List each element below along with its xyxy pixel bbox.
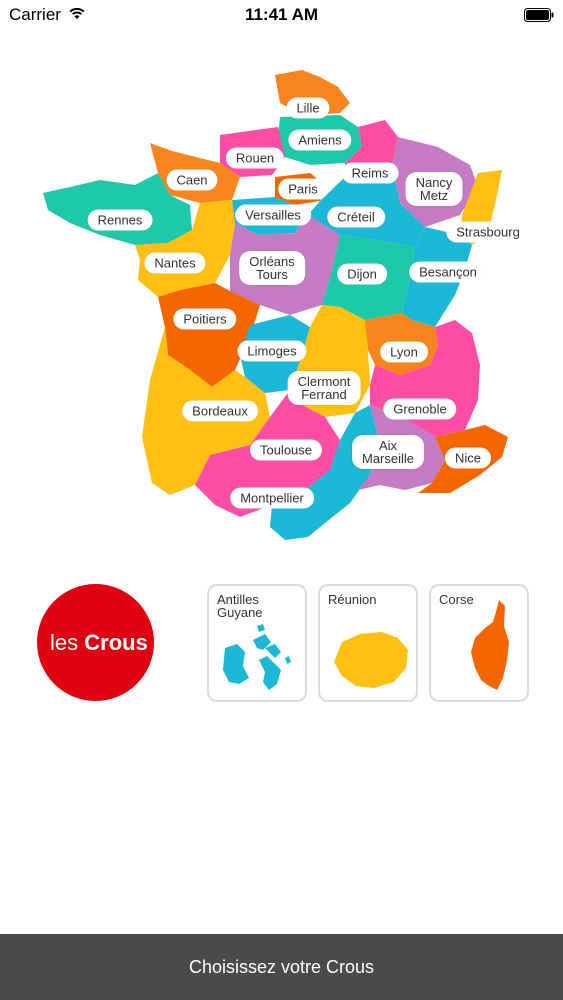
region-label-rennes[interactable]: Rennes <box>87 209 153 231</box>
battery-icon <box>524 8 554 22</box>
region-label-lyon[interactable]: Lyon <box>380 341 428 363</box>
region-label-strasbourg[interactable]: Strasbourg <box>446 221 530 243</box>
region-label-orleans-tours[interactable]: Orléans Tours <box>239 251 305 285</box>
region-label-grenoble[interactable]: Grenoble <box>383 398 457 420</box>
reunion-shape-icon <box>334 632 408 688</box>
corse-shape-icon <box>471 600 509 690</box>
antilles-guyane-shape-icon <box>223 624 291 690</box>
choose-crous-label: Choisissez votre Crous <box>188 957 375 977</box>
status-bar: Carrier 11:41 AM <box>0 0 563 30</box>
region-label-nice[interactable]: Nice <box>444 447 492 469</box>
crous-logo-text-bold: Crous <box>84 630 148 655</box>
region-label-rouen[interactable]: Rouen <box>225 147 285 169</box>
crous-logo-text: les Crous <box>50 630 148 656</box>
region-label-caen[interactable]: Caen <box>166 169 218 191</box>
region-label-limoges[interactable]: Limoges <box>237 340 307 362</box>
region-label-paris[interactable]: Paris <box>278 178 328 200</box>
region-label-besancon[interactable]: Besançon <box>409 261 487 283</box>
region-label-poitiers[interactable]: Poitiers <box>173 308 237 330</box>
region-label-aix-marseille[interactable]: Aix Marseille <box>351 435 425 469</box>
region-label-versailles[interactable]: Versailles <box>235 204 311 226</box>
region-label-nantes[interactable]: Nantes <box>144 252 206 274</box>
region-label-montpellier[interactable]: Montpellier <box>230 487 314 509</box>
overseas-card-antilles-guyane[interactable]: Antilles Guyane <box>207 584 307 702</box>
region-label-amiens[interactable]: Amiens <box>288 129 352 151</box>
region-label-nancy-metz[interactable]: Nancy Metz <box>405 172 463 206</box>
region-label-dijon[interactable]: Dijon <box>337 263 387 285</box>
crous-logo-text-light: les <box>50 630 85 655</box>
footer-bar[interactable]: Choisissez votre Crous <box>0 934 563 1000</box>
region-label-bordeaux[interactable]: Bordeaux <box>182 400 258 422</box>
overseas-card-corse[interactable]: Corse <box>429 584 529 702</box>
status-time: 11:41 AM <box>244 5 319 24</box>
region-label-creteil[interactable]: Créteil <box>327 206 385 228</box>
region-label-reims[interactable]: Reims <box>341 162 399 184</box>
france-map-svg <box>43 70 508 540</box>
crous-logo: les Crous <box>37 584 154 701</box>
region-label-clermont-ferrand[interactable]: Clermont Ferrand <box>287 371 361 405</box>
region-label-toulouse[interactable]: Toulouse <box>249 439 323 461</box>
overseas-card-reunion[interactable]: Réunion <box>318 584 418 702</box>
france-map: Lille Amiens Rouen Caen Paris Reims Nanc… <box>40 65 530 545</box>
region-label-lille[interactable]: Lille <box>286 97 330 119</box>
